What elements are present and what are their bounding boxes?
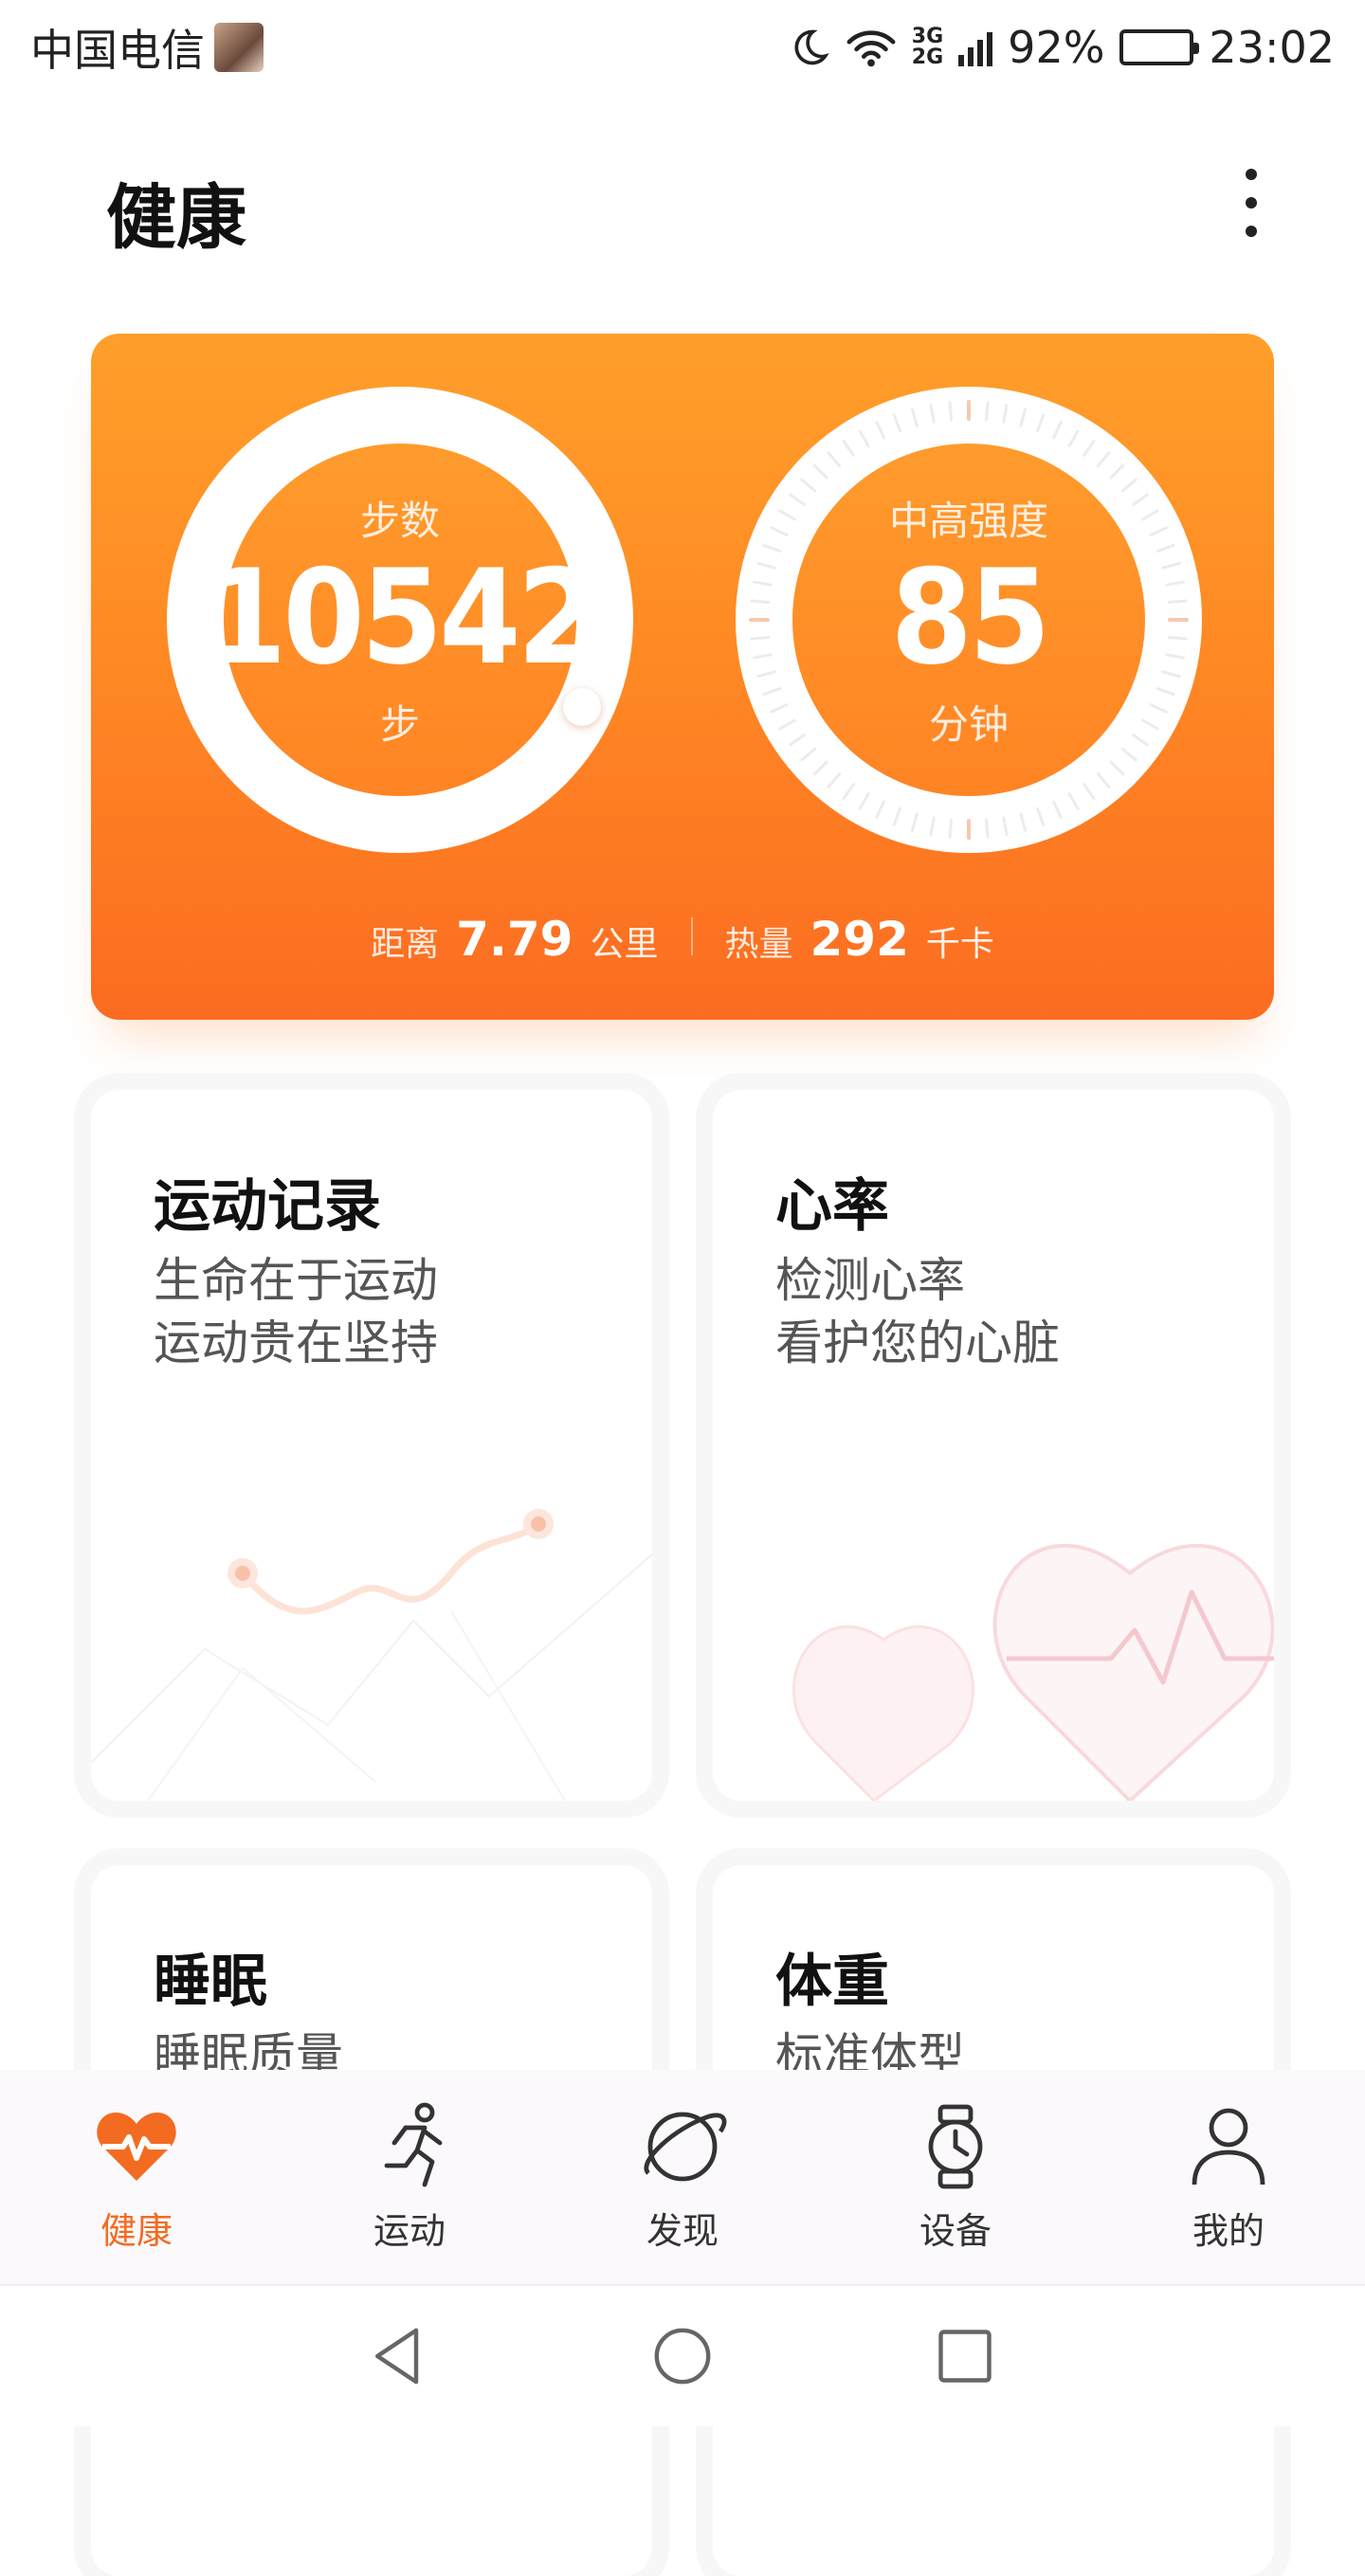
more-options-icon[interactable] bbox=[1232, 155, 1270, 250]
system-nav-bar bbox=[0, 2284, 1365, 2426]
steps-label: 步数 bbox=[359, 498, 440, 544]
activity-summary-card[interactable]: 步数 10542 步 中高强度 85 分钟 距离 7.79 公里 热量 292 … bbox=[91, 334, 1274, 1020]
wifi-icon bbox=[846, 30, 896, 67]
hearts-illustration bbox=[792, 1543, 1274, 1801]
carrier-label: 中国电信 bbox=[30, 25, 205, 76]
route-line-illustration bbox=[91, 1509, 652, 1801]
app-header: 健康 bbox=[0, 142, 1365, 259]
running-icon bbox=[384, 2102, 443, 2186]
summary-divider bbox=[690, 917, 693, 955]
status-left: 中国电信 bbox=[30, 16, 264, 79]
steps-progress-knob bbox=[563, 688, 601, 726]
moon-icon bbox=[794, 29, 829, 65]
distance-label: 距离 bbox=[371, 925, 440, 964]
page-title: 健康 bbox=[106, 177, 246, 259]
status-right: 3G 2G 92% 23:02 bbox=[789, 22, 1335, 73]
person-icon bbox=[1192, 2108, 1265, 2185]
notification-avatar-icon bbox=[214, 23, 264, 72]
tab-health[interactable]: 健康 bbox=[42, 2101, 231, 2254]
calorie-value: 292 bbox=[810, 912, 909, 967]
battery-percent-label: 92% bbox=[1008, 22, 1105, 73]
home-icon[interactable] bbox=[650, 2324, 715, 2388]
recent-apps-icon[interactable] bbox=[933, 2324, 997, 2388]
intensity-unit: 分钟 bbox=[928, 701, 1009, 748]
intensity-ring-center: 中高强度 85 分钟 bbox=[792, 444, 1145, 796]
tab-devices[interactable]: 设备 bbox=[861, 2101, 1050, 2254]
tab-me[interactable]: 我的 bbox=[1134, 2101, 1323, 2254]
network-type-label: 3G 2G bbox=[911, 25, 944, 69]
tab-label: 健康 bbox=[100, 2209, 173, 2252]
distance-value: 7.79 bbox=[456, 912, 573, 967]
steps-unit: 步 bbox=[379, 701, 420, 748]
signal-bars-icon bbox=[958, 28, 993, 66]
tab-label: 设备 bbox=[919, 2209, 992, 2252]
steps-ring-center: 步数 10542 步 bbox=[205, 444, 599, 796]
tab-label: 我的 bbox=[1192, 2209, 1265, 2252]
intensity-value: 85 bbox=[890, 541, 1051, 694]
tab-label: 运动 bbox=[373, 2209, 446, 2252]
tab-discover[interactable]: 发现 bbox=[588, 2101, 777, 2254]
watch-icon bbox=[928, 2104, 983, 2188]
heart-rate-card[interactable]: 心率 检测心率 看护您的心脏 bbox=[713, 1090, 1274, 1801]
card-title: 体重 bbox=[775, 1949, 889, 2015]
bottom-tab-bar: 健康 运动 发现 设备 我的 bbox=[0, 2070, 1365, 2284]
tab-exercise[interactable]: 运动 bbox=[315, 2101, 504, 2254]
planet-icon bbox=[644, 2112, 727, 2181]
card-title: 运动记录 bbox=[154, 1173, 381, 1240]
battery-icon bbox=[1119, 29, 1200, 65]
distance-unit: 公里 bbox=[590, 925, 659, 964]
intensity-label: 中高强度 bbox=[888, 498, 1048, 544]
steps-ring[interactable]: 步数 10542 步 bbox=[167, 387, 633, 853]
clock-label: 23:02 bbox=[1209, 22, 1335, 73]
calorie-unit: 千卡 bbox=[925, 925, 994, 964]
calorie-label: 热量 bbox=[724, 925, 793, 964]
card-title: 心率 bbox=[775, 1173, 889, 1240]
card-subtitle: 检测心率 看护您的心脏 bbox=[775, 1253, 1060, 1370]
heart-pulse-icon bbox=[97, 2112, 176, 2181]
exercise-record-card[interactable]: 运动记录 生命在于运动 运动贵在坚持 bbox=[91, 1090, 652, 1801]
tab-label: 发现 bbox=[646, 2209, 719, 2252]
card-subtitle: 生命在于运动 运动贵在坚持 bbox=[154, 1253, 438, 1370]
distance-calorie-row: 距离 7.79 公里 热量 292 千卡 bbox=[91, 912, 1274, 967]
back-icon[interactable] bbox=[368, 2324, 432, 2388]
status-bar: 中国电信 3G 2G 92% 23:02 bbox=[0, 0, 1365, 95]
steps-value: 10542 bbox=[205, 541, 599, 694]
intensity-ring[interactable]: 中高强度 85 分钟 bbox=[736, 387, 1202, 853]
card-title: 睡眠 bbox=[154, 1949, 267, 2015]
